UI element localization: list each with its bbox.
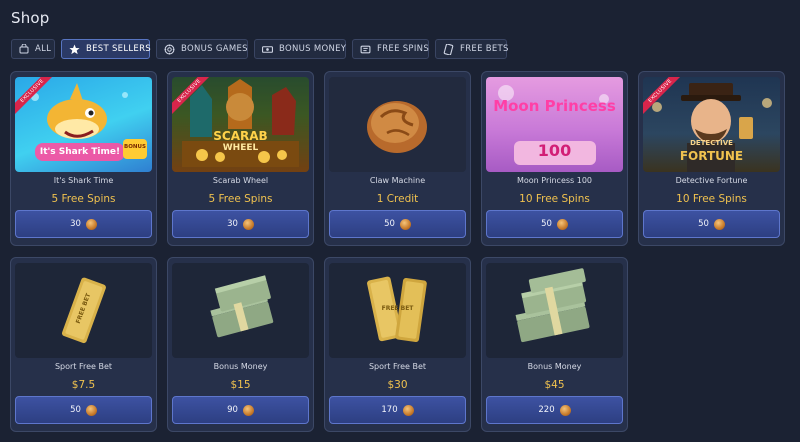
buy-button[interactable]: 30 [172, 210, 309, 238]
scarab-game-thumbnail: SCARAB WHEEL EXCLUSIVE [172, 77, 309, 172]
card-reward: 1 Credit [376, 193, 419, 205]
slip-icon [443, 43, 454, 55]
tab-best-sellers[interactable]: BEST SELLERS [61, 39, 152, 59]
claw-coin-icon [329, 77, 466, 172]
tab-free-spins[interactable]: FREE SPINS [352, 39, 429, 59]
buy-button[interactable]: 50 [643, 210, 780, 238]
shop-card[interactable]: Moon Princess 100 Moon Princess 100 10 F… [481, 71, 628, 246]
shop-card[interactable]: It's Shark Time! BONUS EXCLUSIVE It's Sh… [10, 71, 157, 246]
art-title: Moon Princess [493, 97, 616, 115]
page-title: Shop [11, 9, 50, 27]
card-reward: 10 Free Spins [519, 193, 590, 205]
card-name: Moon Princess 100 [516, 176, 593, 185]
art-subtitle: FORTUNE [679, 149, 744, 163]
art-title: It's Shark Time! [39, 147, 121, 157]
shop-card[interactable]: FREE BET Sport Free Bet $7.5 50 [10, 257, 157, 432]
card-reward: $7.5 [71, 379, 96, 391]
cash-icon [262, 44, 273, 55]
price-value: 90 [227, 405, 238, 415]
buy-button[interactable]: 220 [486, 396, 623, 424]
shop-card[interactable]: SCARAB WHEEL EXCLUSIVE Scarab Wheel 5 Fr… [167, 71, 314, 246]
buy-button[interactable]: 50 [486, 210, 623, 238]
art-title: SCARAB [213, 129, 268, 143]
free-bet-ticket-icon: FREE BET [15, 263, 152, 358]
card-reward: $15 [230, 379, 251, 391]
coin-icon [559, 404, 571, 416]
card-name: Bonus Money [213, 362, 268, 371]
tab-label: FREE SPINS [377, 44, 430, 54]
ticket-icon [360, 44, 371, 55]
art-title: DETECTIVE [690, 139, 733, 147]
price-value: 50 [541, 219, 552, 229]
price-value: 50 [70, 405, 81, 415]
buy-button[interactable]: 170 [329, 396, 466, 424]
tab-label: FREE BETS [460, 44, 509, 54]
card-reward: 5 Free Spins [208, 193, 273, 205]
shop-card[interactable]: Bonus Money $15 90 [167, 257, 314, 432]
art-subtitle: BONUS [124, 144, 146, 150]
coin-icon [85, 404, 97, 416]
bag-icon [19, 44, 29, 55]
price-value: 170 [381, 405, 398, 415]
shop-card[interactable]: DETECTIVE FORTUNE EXCLUSIVE Detective Fo… [638, 71, 785, 246]
buy-button[interactable]: 50 [15, 396, 152, 424]
price-value: 30 [70, 219, 81, 229]
shop-card[interactable]: Bonus Money $45 220 [481, 257, 628, 432]
coin-icon [242, 404, 254, 416]
coin-icon [399, 218, 411, 230]
coin-icon [556, 218, 568, 230]
coin-icon [85, 218, 97, 230]
coin-icon [713, 218, 725, 230]
tab-label: BONUS GAMES [181, 44, 248, 54]
card-name: Sport Free Bet [54, 362, 113, 371]
tab-label: ALL [35, 44, 52, 54]
card-reward: 5 Free Spins [51, 193, 116, 205]
tab-bonus-games[interactable]: BONUS GAMES [156, 39, 248, 59]
tab-label: BEST SELLERS [86, 44, 152, 54]
tab-free-bets[interactable]: FREE BETS [435, 39, 509, 59]
card-name: Detective Fortune [675, 176, 748, 185]
price-value: 50 [384, 219, 395, 229]
cash-stack-icon [172, 263, 309, 358]
tab-bonus-money[interactable]: BONUS MONEY [254, 39, 346, 59]
detective-game-thumbnail: DETECTIVE FORTUNE EXCLUSIVE [643, 77, 780, 172]
card-name: It's Shark Time [53, 176, 114, 185]
card-name: Sport Free Bet [368, 362, 427, 371]
card-reward: $30 [387, 379, 408, 391]
cash-stacks-icon [486, 263, 623, 358]
price-value: 50 [698, 219, 709, 229]
free-bet-tickets-icon: FREE BET [329, 263, 466, 358]
shop-card[interactable]: Claw Machine 1 Credit 50 [324, 71, 471, 246]
coin-icon [242, 218, 254, 230]
shark-game-thumbnail: It's Shark Time! BONUS EXCLUSIVE [15, 77, 152, 172]
price-value: 30 [227, 219, 238, 229]
shop-card[interactable]: FREE BET Sport Free Bet $30 170 [324, 257, 471, 432]
card-name: Scarab Wheel [212, 176, 269, 185]
card-name: Claw Machine [369, 176, 426, 185]
buy-button[interactable]: 30 [15, 210, 152, 238]
buy-button[interactable]: 50 [329, 210, 466, 238]
tab-label: BONUS MONEY [279, 44, 347, 54]
star-icon [69, 44, 80, 55]
art-subtitle: 100 [537, 141, 572, 160]
card-reward: $45 [544, 379, 565, 391]
buy-button[interactable]: 90 [172, 396, 309, 424]
coin-icon [402, 404, 414, 416]
tab-all[interactable]: ALL [11, 39, 55, 59]
price-value: 220 [538, 405, 555, 415]
card-name: Bonus Money [527, 362, 582, 371]
chip-icon [164, 44, 175, 55]
card-reward: 10 Free Spins [676, 193, 747, 205]
moon-princess-thumbnail: Moon Princess 100 [486, 77, 623, 172]
art-subtitle: WHEEL [222, 143, 259, 153]
art-title: FREE BET [381, 305, 414, 312]
